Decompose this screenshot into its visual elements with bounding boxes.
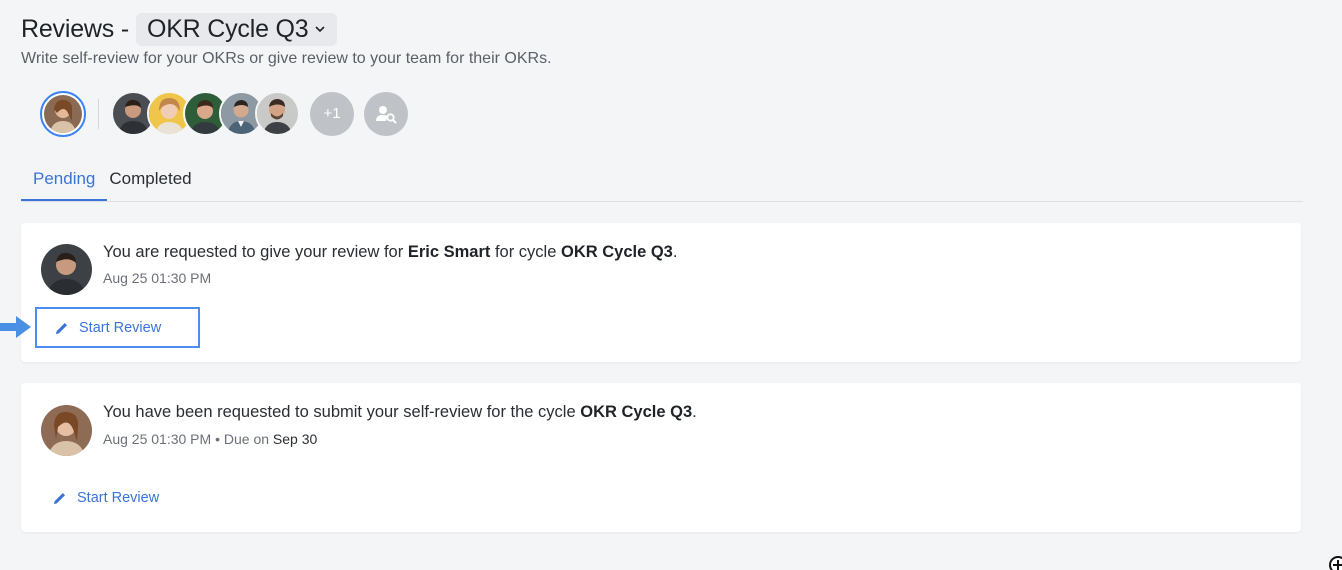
more-people-count[interactable]: +1 bbox=[310, 91, 354, 136]
cycle-name: OKR Cycle Q3 bbox=[560, 243, 673, 261]
tab-pending[interactable]: Pending bbox=[21, 160, 108, 201]
my-avatar[interactable] bbox=[40, 90, 86, 137]
reviewee-name: Eric Smart bbox=[407, 243, 491, 261]
review-request-card: You are requested to give your review fo… bbox=[21, 223, 1301, 362]
start-review-button[interactable]: Start Review bbox=[53, 487, 160, 509]
search-user-icon[interactable] bbox=[364, 91, 408, 136]
arrow-right-icon bbox=[0, 314, 34, 340]
team-avatars bbox=[111, 91, 300, 136]
avatar-divider bbox=[98, 98, 99, 129]
pencil-icon bbox=[55, 320, 71, 336]
start-review-button[interactable]: Start Review bbox=[35, 307, 200, 348]
review-message: You have been requested to submit your s… bbox=[103, 403, 697, 421]
page-header: Reviews - OKR Cycle Q3 bbox=[21, 12, 338, 46]
page-title: Reviews - bbox=[21, 14, 129, 43]
review-timestamp: Aug 25 01:30 PM • Due on Sep 30 bbox=[103, 431, 318, 447]
cycle-select-value: OKR Cycle Q3 bbox=[146, 14, 309, 43]
page-subtitle: Write self-review for your OKRs or give … bbox=[21, 50, 552, 67]
move-cursor-icon bbox=[1326, 553, 1342, 570]
cycle-select[interactable]: OKR Cycle Q3 bbox=[135, 12, 338, 46]
review-message: You are requested to give your review fo… bbox=[103, 243, 678, 261]
cycle-name: OKR Cycle Q3 bbox=[580, 403, 693, 421]
pencil-icon bbox=[53, 490, 69, 506]
team-avatar[interactable] bbox=[255, 91, 300, 136]
self-review-card: You have been requested to submit your s… bbox=[21, 383, 1301, 532]
due-date: Sep 30 bbox=[272, 431, 318, 447]
people-selector: +1 bbox=[40, 90, 408, 137]
chevron-down-icon bbox=[314, 23, 326, 35]
review-timestamp: Aug 25 01:30 PM bbox=[103, 270, 212, 286]
avatar bbox=[41, 405, 92, 456]
review-tabs: Pending Completed bbox=[21, 160, 1303, 202]
start-review-label: Start Review bbox=[77, 490, 160, 506]
tab-completed[interactable]: Completed bbox=[107, 160, 203, 201]
start-review-label: Start Review bbox=[79, 319, 162, 336]
avatar bbox=[41, 244, 92, 295]
